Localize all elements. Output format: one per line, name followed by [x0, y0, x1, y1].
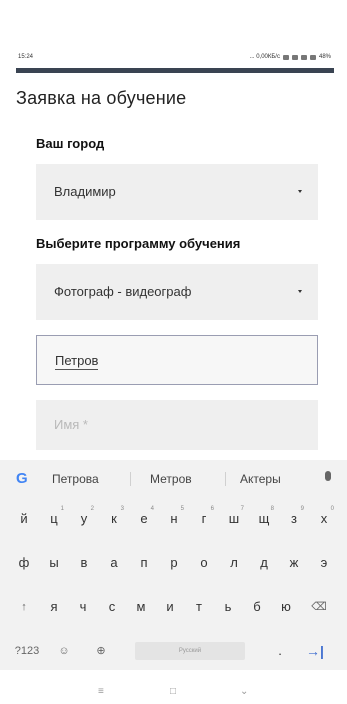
key-hint: 4	[150, 506, 154, 512]
keyboard-key[interactable]: ц1	[40, 502, 68, 536]
suggestion-bar: G Петрова Метров Актеры	[0, 460, 347, 496]
keyboard-key[interactable]: ж	[280, 546, 308, 580]
alarm-icon	[282, 54, 289, 60]
keyboard-key[interactable]: и	[156, 590, 184, 624]
program-label: Выберите программу обучения	[36, 236, 241, 251]
home-icon[interactable]: □	[170, 686, 176, 697]
keyboard-key[interactable]: я	[40, 590, 68, 624]
keyboard-key[interactable]: у2	[70, 502, 98, 536]
keyboard-row-3: ↑ ⌫ ячсмитьбю	[0, 590, 347, 624]
city-select[interactable]: Владимир	[36, 164, 318, 220]
keyboard-key[interactable]: л	[220, 546, 248, 580]
keyboard-key[interactable]: ч	[69, 590, 97, 624]
wifi-icon	[291, 54, 298, 60]
suggestion-divider	[225, 472, 226, 486]
keyboard-key[interactable]: ф	[10, 546, 38, 580]
keyboard-key[interactable]: д	[250, 546, 278, 580]
mic-icon[interactable]	[325, 471, 331, 481]
city-label: Ваш город	[36, 136, 105, 151]
keyboard-key[interactable]: й	[10, 502, 38, 536]
keyboard-key[interactable]: б	[243, 590, 271, 624]
status-bar: 15:24 ... 0,00КБ/с 48%	[0, 46, 347, 62]
suggestion-2[interactable]: Метров	[150, 472, 192, 486]
keyboard-key[interactable]: е4	[130, 502, 158, 536]
keyboard-key[interactable]: к3	[100, 502, 128, 536]
keyboard-key[interactable]: щ8	[250, 502, 278, 536]
emoji-key[interactable]: ☺	[50, 634, 78, 668]
key-hint: 5	[180, 506, 184, 512]
app-screen: 15:24 ... 0,00КБ/с 48% Заявка на обучени…	[0, 0, 347, 704]
keyboard-key[interactable]: ы	[40, 546, 68, 580]
keyboard-key[interactable]: ю	[272, 590, 300, 624]
keyboard-row-1: йц1у2к3е4н5г6ш7щ8з9х0	[0, 502, 347, 536]
keyboard-key[interactable]: н5	[160, 502, 188, 536]
space-key[interactable]: Русский	[135, 642, 245, 660]
keyboard-key[interactable]: г6	[190, 502, 218, 536]
key-hint: 0	[330, 506, 334, 512]
battery-icon	[309, 54, 316, 60]
app-bar	[16, 68, 334, 73]
backspace-icon[interactable]: ⌫	[305, 590, 333, 624]
key-hint: 6	[210, 506, 214, 512]
key-hint: 8	[270, 506, 274, 512]
key-hint: 3	[120, 506, 124, 512]
key-hint: 1	[60, 506, 64, 512]
key-hint: 9	[300, 506, 304, 512]
keyboard-key[interactable]: ш7	[220, 502, 248, 536]
keyboard-key[interactable]: п	[130, 546, 158, 580]
keyboard-key[interactable]: з9	[280, 502, 308, 536]
google-g-icon[interactable]: G	[16, 470, 28, 487]
battery-percent: 48%	[318, 54, 331, 60]
surname-input[interactable]: Петров	[36, 335, 318, 385]
key-hint: 2	[90, 506, 94, 512]
chevron-down-icon	[298, 290, 302, 293]
status-time: 15:24	[18, 54, 34, 60]
suggestion-divider	[130, 472, 131, 486]
keyboard-key[interactable]: т	[185, 590, 213, 624]
onscreen-keyboard: G Петрова Метров Актеры йц1у2к3е4н5г6ш7щ…	[0, 460, 347, 670]
network-speed: ... 0,00КБ/с	[249, 54, 280, 60]
suggestion-1[interactable]: Петрова	[52, 472, 99, 486]
status-indicators: ... 0,00КБ/с 48%	[250, 54, 331, 60]
keyboard-key[interactable]: в	[70, 546, 98, 580]
system-nav-bar: ≡ □ ⌄	[0, 676, 347, 704]
keyboard-row-2: фывапролджэ	[0, 546, 347, 580]
program-select[interactable]: Фотограф - видеограф	[36, 264, 318, 320]
surname-input-value: Петров	[55, 353, 99, 370]
keyboard-key[interactable]: р	[160, 546, 188, 580]
keyboard-key[interactable]: ь	[214, 590, 242, 624]
page-title: Заявка на обучение	[16, 88, 187, 108]
signal-icon	[300, 54, 307, 60]
symbols-key[interactable]: ?123	[12, 634, 42, 668]
keyboard-key[interactable]: х0	[310, 502, 338, 536]
chevron-down-icon	[298, 190, 302, 193]
city-select-value: Владимир	[54, 184, 116, 199]
shift-icon[interactable]: ↑	[10, 590, 38, 624]
keyboard-key[interactable]: с	[98, 590, 126, 624]
keyboard-key[interactable]: а	[100, 546, 128, 580]
name-input[interactable]: Имя *	[36, 400, 318, 450]
period-key[interactable]: .	[266, 634, 294, 668]
keyboard-row-4: ?123 ☺ ⊕ Русский . →|	[0, 634, 347, 668]
keyboard-key[interactable]: м	[127, 590, 155, 624]
globe-icon[interactable]: ⊕	[87, 634, 115, 668]
menu-icon[interactable]: ≡	[98, 686, 104, 697]
keyboard-key[interactable]: о	[190, 546, 218, 580]
back-icon[interactable]: ⌄	[240, 686, 248, 697]
keyboard-key[interactable]: э	[310, 546, 338, 580]
program-select-value: Фотограф - видеограф	[54, 284, 192, 299]
suggestion-3[interactable]: Актеры	[240, 472, 281, 486]
name-input-placeholder: Имя *	[54, 417, 88, 432]
enter-icon[interactable]: →|	[303, 634, 327, 668]
key-hint: 7	[240, 506, 244, 512]
